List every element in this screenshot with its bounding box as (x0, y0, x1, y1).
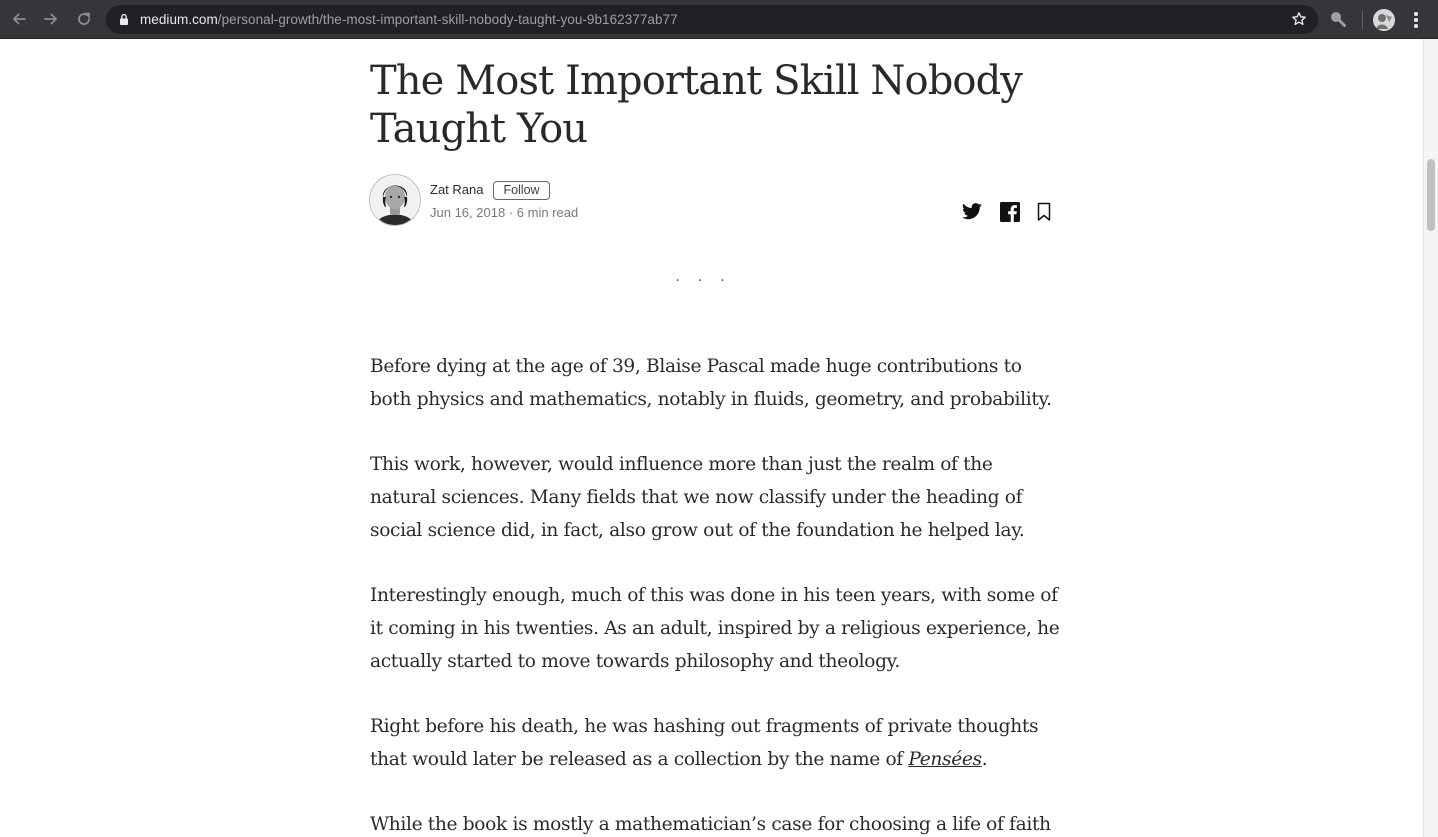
paragraph-text: . (981, 749, 988, 770)
pensees-link[interactable]: Pensées (908, 749, 982, 770)
browser-toolbar: medium.com/personal-growth/the-most-impo… (0, 0, 1438, 39)
profile-picture (1373, 9, 1395, 31)
url-text[interactable]: medium.com/personal-growth/the-most-impo… (140, 11, 678, 28)
forward-button[interactable] (40, 8, 62, 30)
address-bar[interactable]: medium.com/personal-growth/the-most-impo… (106, 5, 1318, 34)
magnifier-icon[interactable] (1329, 10, 1347, 28)
follow-button[interactable]: Follow (493, 181, 550, 200)
arrow-left-icon (13, 13, 26, 25)
article-meta: Jun 16, 2018 · 6 min read (430, 204, 578, 222)
arrow-right-icon (44, 13, 57, 25)
twitter-share-button[interactable] (960, 201, 984, 223)
url-path: /personal-growth/the-most-important-skil… (217, 12, 678, 27)
twitter-icon (962, 203, 982, 220)
reload-icon (78, 12, 90, 25)
section-separator: ... (675, 269, 743, 285)
article-title: The Most Important Skill Nobody Taught Y… (370, 58, 1023, 152)
scrollbar-thumb[interactable] (1427, 159, 1435, 231)
author-photo (370, 175, 420, 225)
vertical-scrollbar[interactable] (1423, 39, 1438, 837)
read-time: 6 min read (516, 205, 579, 220)
article-paragraph: This work, however, would influence more… (370, 454, 1025, 541)
reload-button[interactable] (73, 8, 95, 30)
bookmark-icon (1037, 202, 1051, 221)
article-paragraph: Before dying at the age of 39, Blaise Pa… (370, 356, 1052, 410)
bookmark-button[interactable] (1032, 201, 1056, 223)
facebook-share-button[interactable] (998, 201, 1022, 223)
author-name[interactable]: Zat Rana (430, 181, 483, 199)
avatar[interactable] (1373, 9, 1395, 31)
meta-separator: · (508, 205, 514, 220)
lock-icon (120, 13, 128, 25)
author-avatar[interactable] (369, 174, 421, 226)
publish-date: Jun 16, 2018 (430, 205, 506, 220)
star-icon[interactable] (1291, 11, 1307, 27)
article-paragraph: While the book is mostly a mathematician… (370, 814, 1051, 835)
article-paragraph: Right before his death, he was hashing o… (370, 710, 1060, 776)
page-viewport: The Most Important Skill Nobody Taught Y… (0, 39, 1438, 837)
article-body: Before dying at the age of 39, Blaise Pa… (370, 350, 1070, 837)
article-paragraph: Interestingly enough, much of this was d… (370, 585, 1060, 672)
back-button[interactable] (8, 8, 30, 30)
facebook-icon (1000, 202, 1020, 222)
toolbar-divider (1362, 11, 1363, 29)
url-host: medium.com (140, 12, 218, 27)
kebab-menu-icon[interactable] (1410, 11, 1422, 29)
